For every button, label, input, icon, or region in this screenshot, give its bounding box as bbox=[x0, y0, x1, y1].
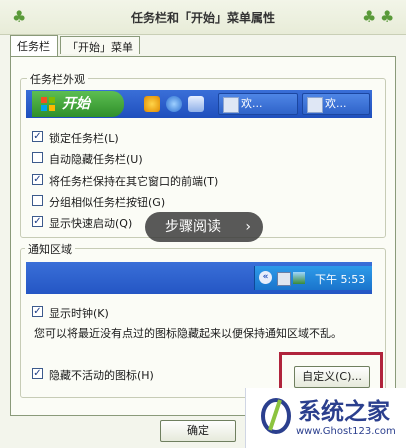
tab-taskbar[interactable]: 任务栏 bbox=[10, 35, 58, 56]
start-button-preview: 开始 bbox=[32, 91, 124, 117]
watermark-logo: 系统之家 www.Ghost123.com bbox=[245, 388, 406, 448]
clover-icon: ♣ bbox=[362, 7, 377, 26]
start-label: 开始 bbox=[62, 96, 90, 112]
taskbar-preview: 开始 欢... 欢... bbox=[26, 90, 372, 118]
checkbox-checked[interactable]: ✓ bbox=[32, 174, 43, 185]
checkbox-checked[interactable]: ✓ bbox=[32, 131, 43, 142]
brand-logo-icon bbox=[261, 398, 291, 434]
show-desktop-icon bbox=[188, 96, 204, 112]
internet-explorer-icon bbox=[166, 96, 182, 112]
task-button-preview: 欢... bbox=[218, 93, 298, 115]
checkbox-unchecked[interactable] bbox=[32, 195, 43, 206]
window-icon bbox=[307, 97, 323, 113]
volume-icon bbox=[293, 272, 305, 284]
task-button-preview: 欢... bbox=[302, 93, 370, 115]
window-icon bbox=[223, 97, 239, 113]
clover-icon: ♣ bbox=[380, 7, 395, 26]
window-title: 任务栏和「开始」菜单属性 bbox=[130, 11, 275, 25]
network-icon bbox=[277, 272, 291, 286]
step-reading-overlay[interactable]: 步骤阅读 › bbox=[145, 212, 263, 242]
group-legend: 通知区域 bbox=[25, 241, 75, 257]
brand-name: 系统之家 bbox=[298, 398, 390, 425]
windows-flag-icon bbox=[41, 97, 55, 111]
system-tray-preview: « 下午 5:53 bbox=[254, 266, 372, 290]
checkbox-checked[interactable]: ✓ bbox=[32, 306, 43, 317]
notification-description: 您可以将最近没有点过的图标隐藏起来以便保持通知区域不乱。 bbox=[34, 327, 342, 340]
tab-start-menu[interactable]: 「开始」菜单 bbox=[60, 36, 140, 54]
clock-preview: 下午 5:53 bbox=[315, 273, 366, 286]
checkbox-checked[interactable]: ✓ bbox=[32, 368, 43, 379]
chevron-right-icon: › bbox=[245, 219, 251, 235]
group-legend: 任务栏外观 bbox=[27, 71, 88, 87]
checkbox-unchecked[interactable] bbox=[32, 152, 43, 163]
expand-tray-icon: « bbox=[259, 271, 272, 284]
ok-button[interactable]: 确定 bbox=[160, 420, 236, 442]
notification-preview: « 下午 5:53 bbox=[26, 262, 372, 294]
title-bar: ♣ 任务栏和「开始」菜单属性 ♣ ♣ bbox=[0, 0, 406, 35]
brand-url: www.Ghost123.com bbox=[296, 426, 396, 437]
checkbox-checked[interactable]: ✓ bbox=[32, 216, 43, 227]
media-player-icon bbox=[144, 96, 160, 112]
